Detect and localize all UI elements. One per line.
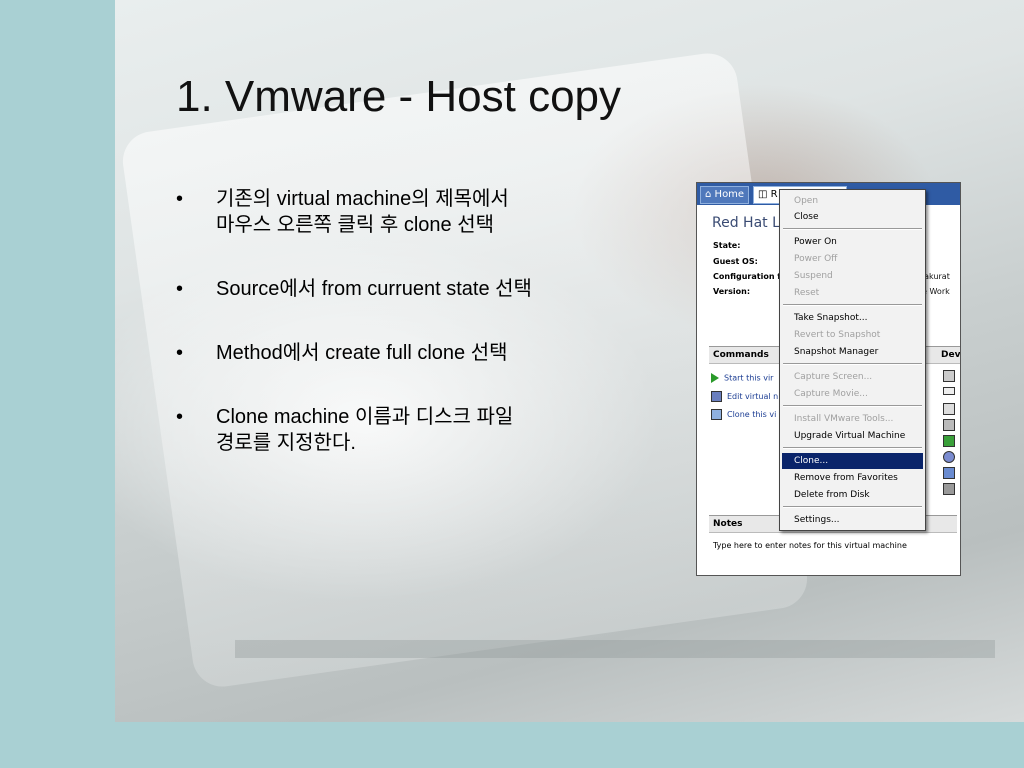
menu-item-delete-from-disk[interactable]: Delete from Disk <box>782 487 923 503</box>
bullet-dot: • <box>176 342 184 364</box>
menu-separator <box>783 506 922 508</box>
menu-separator <box>783 363 922 365</box>
menu-separator <box>783 228 922 230</box>
floppy-icon <box>943 419 955 431</box>
command-start-label: Start this vir <box>724 373 774 383</box>
menu-item-install-vmware-tools[interactable]: Install VMware Tools... <box>782 411 923 427</box>
processor-icon <box>943 483 955 495</box>
usb-icon <box>943 451 955 463</box>
menu-item-close[interactable]: Close <box>782 209 923 225</box>
bullet-item: • Method에서 create full clone 선택 <box>176 340 646 366</box>
hard-disk-icon <box>943 387 955 395</box>
bullet-text: Clone machine 이름과 디스크 파일 경로를 지정한다. <box>216 406 514 454</box>
field-label-version: Version: <box>713 287 751 296</box>
menu-item-power-on[interactable]: Power On <box>782 234 923 250</box>
bullet-dot: • <box>176 188 184 210</box>
menu-separator <box>783 447 922 449</box>
network-icon <box>943 435 955 447</box>
menu-item-revert-to-snapshot[interactable]: Revert to Snapshot <box>782 327 923 343</box>
vm-name-title: Red Hat L <box>712 215 780 231</box>
slide-left-border <box>0 0 108 768</box>
menu-item-settings[interactable]: Settings... <box>782 512 923 528</box>
bullet-dot: • <box>176 406 184 428</box>
bullet-item: • Clone machine 이름과 디스크 파일 경로를 지정한다. <box>176 404 646 456</box>
command-edit-label: Edit virtual n <box>727 392 779 401</box>
tab-home[interactable]: ⌂ Home <box>700 186 750 204</box>
bullet-text: Source에서 from curruent state 선택 <box>216 278 532 300</box>
clone-icon <box>711 409 722 420</box>
field-label-configuration: Configuration f <box>713 272 781 281</box>
edit-settings-icon <box>711 391 722 402</box>
command-clone[interactable]: Clone this vi <box>711 409 776 420</box>
field-label-guest-os: Guest OS: <box>713 257 758 266</box>
cd-rom-icon <box>943 403 955 415</box>
play-icon <box>711 373 719 383</box>
devices-header: Dev <box>937 346 960 364</box>
slide-title: 1. Vmware - Host copy <box>176 72 622 121</box>
command-edit[interactable]: Edit virtual n <box>711 391 778 402</box>
menu-item-clone[interactable]: Clone... <box>782 453 923 469</box>
menu-separator <box>783 304 922 306</box>
memory-icon <box>943 370 955 382</box>
bullet-list: • 기존의 virtual machine의 제목에서 마우스 오른쪽 클릭 후 … <box>176 186 646 494</box>
vm-context-menu: Open Close Power On Power Off Suspend Re… <box>779 189 926 531</box>
menu-item-open[interactable]: Open <box>782 193 923 209</box>
binder-ring-image <box>235 640 995 658</box>
bullet-item: • 기존의 virtual machine의 제목에서 마우스 오른쪽 클릭 후 … <box>176 186 646 238</box>
tab-vm-label: R <box>770 189 778 200</box>
bullet-text: 기존의 virtual machine의 제목에서 마우스 오른쪽 클릭 후 c… <box>216 188 509 236</box>
notes-input[interactable]: Type here to enter notes for this virtua… <box>713 541 907 550</box>
slide-bottom-border <box>0 733 1024 768</box>
menu-separator <box>783 405 922 407</box>
menu-item-capture-screen[interactable]: Capture Screen... <box>782 369 923 385</box>
menu-item-remove-from-favorites[interactable]: Remove from Favorites <box>782 470 923 486</box>
menu-item-capture-movie[interactable]: Capture Movie... <box>782 386 923 402</box>
menu-item-upgrade-virtual-machine[interactable]: Upgrade Virtual Machine <box>782 428 923 444</box>
vm-icon: ◫ <box>758 189 768 200</box>
sound-icon <box>943 467 955 479</box>
bullet-text: Method에서 create full clone 선택 <box>216 342 508 364</box>
bullet-item: • Source에서 from curruent state 선택 <box>176 276 646 302</box>
menu-item-reset[interactable]: Reset <box>782 285 923 301</box>
tab-home-label: Home <box>714 189 745 200</box>
field-label-state: State: <box>713 241 741 250</box>
bullet-dot: • <box>176 278 184 300</box>
menu-item-snapshot-manager[interactable]: Snapshot Manager <box>782 344 923 360</box>
menu-item-take-snapshot[interactable]: Take Snapshot... <box>782 310 923 326</box>
command-start[interactable]: Start this vir <box>711 373 773 383</box>
command-clone-label: Clone this vi <box>727 410 777 419</box>
menu-item-power-off[interactable]: Power Off <box>782 251 923 267</box>
home-icon: ⌂ <box>705 189 712 200</box>
menu-item-suspend[interactable]: Suspend <box>782 268 923 284</box>
